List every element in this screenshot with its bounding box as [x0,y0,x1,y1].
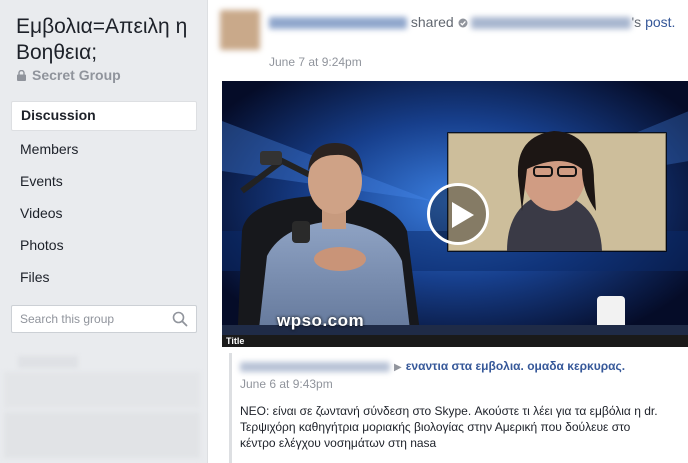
privacy-text: Secret Group [32,67,121,83]
post-header: shared 's post. [269,12,679,33]
group-search-input[interactable]: Search this group [11,305,197,333]
group-title[interactable]: Εμβολια=Απειλη η Βοηθεια; [16,14,202,66]
nav-item-discussion[interactable]: Discussion [11,101,197,131]
nav-item-photos[interactable]: Photos [11,231,197,259]
video-watermark: wpso.com [277,311,365,330]
search-placeholder: Search this group [20,312,115,326]
search-icon[interactable] [172,311,188,327]
nav-item-files[interactable]: Files [11,263,197,291]
redacted-shared-author[interactable] [240,361,390,372]
group-nav: Discussion Members Events Videos Photos … [11,101,197,295]
nav-item-events[interactable]: Events [11,167,197,195]
privacy-icon [458,18,468,28]
shared-post-timestamp[interactable]: June 6 at 9:43pm [240,377,333,391]
video-title-bar: Title [222,335,688,347]
shared-post-preview: ▶ εναντια στα εμβολια. ομαδα κερκυρας. Ju… [229,353,688,463]
shared-post-header: ▶ εναντια στα εμβολια. ομαδα κερκυρας. [240,359,625,373]
redacted-sidebar-item [4,412,200,458]
group-sidebar: Εμβολια=Απειλη η Βοηθεια; Secret Group D… [0,0,207,463]
target-group-link[interactable]: εναντια στα εμβολια. ομαδα κερκυρας. [406,359,625,373]
right-arrow-icon: ▶ [394,362,402,373]
play-button-icon[interactable] [427,183,489,245]
post-link[interactable]: post. [645,14,675,30]
lock-icon [17,69,26,81]
shared-post-text: ΝΕΟ: είναι σε ζωντανή σύνδεση στο Skype.… [240,404,658,450]
redacted-author-name[interactable] [269,17,407,30]
redacted-sidebar-heading [18,356,78,368]
redacted-original-author[interactable] [471,17,632,30]
redacted-sidebar-item [4,372,200,408]
post-timestamp[interactable]: June 7 at 9:24pm [269,55,362,69]
avatar[interactable] [220,10,260,50]
post-card: shared 's post. June 7 at 9:24pm wpso.co… [207,0,688,463]
privacy-label: Secret Group [17,67,121,83]
possessive-suffix: 's [631,14,642,30]
nav-item-members[interactable]: Members [11,135,197,163]
nav-item-videos[interactable]: Videos [11,199,197,227]
video-player[interactable]: wpso.com Title [222,81,688,347]
shared-label: shared [410,14,454,30]
